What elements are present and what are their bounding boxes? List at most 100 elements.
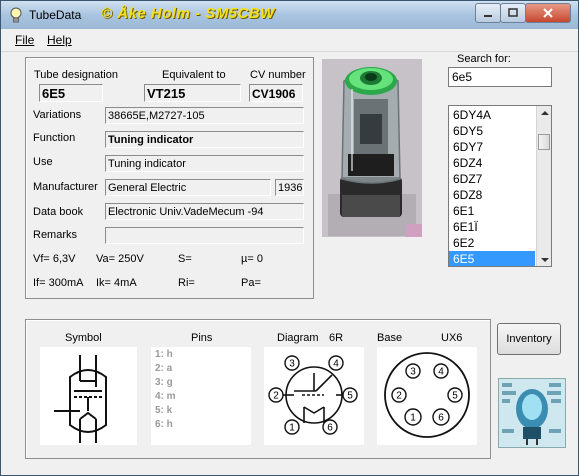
- mu-value: µ= 0: [241, 253, 263, 265]
- remarks-field[interactable]: [105, 227, 304, 244]
- tube-list-item[interactable]: 6E5: [449, 251, 535, 266]
- pin-circle: 4: [328, 355, 344, 371]
- search-input[interactable]: 6e5: [448, 67, 552, 87]
- pin-circle: 1: [284, 419, 300, 435]
- pin-circle: 2: [391, 387, 407, 403]
- pin-circle: 5: [447, 387, 463, 403]
- base-diagram-icon: 12 3 45 6: [384, 352, 470, 438]
- tube-list-item[interactable]: 6DZ8: [449, 187, 535, 203]
- tube-list-item[interactable]: 6DY5: [449, 123, 535, 139]
- pin-entry: 4: m: [155, 391, 176, 402]
- minimize-icon: [484, 15, 492, 17]
- window-title: TubeData: [29, 8, 82, 22]
- function-label: Function: [33, 132, 76, 144]
- pins-box: 1: h 2: a 3: g 4: m 5: k 6: h: [151, 347, 251, 445]
- pin-circle: 2: [268, 387, 284, 403]
- pin-number: 3: [410, 367, 416, 378]
- ik-value: Ik= 4mA: [96, 277, 137, 289]
- title-bar[interactable]: TubeData © Åke Holm - SM5CBW: [1, 1, 578, 29]
- pin-circle: 6: [432, 408, 450, 426]
- use-label: Use: [33, 156, 53, 168]
- pin-circle: 6: [322, 419, 338, 435]
- use-field[interactable]: Tuning indicator: [105, 155, 304, 172]
- diagram-code: 6R: [329, 332, 344, 344]
- light-bulb-icon: [10, 7, 22, 23]
- tube-list-item[interactable]: 6DZ4: [449, 155, 535, 171]
- scroll-thumb[interactable]: [538, 134, 550, 150]
- tube-photo: [322, 59, 422, 237]
- menu-bar: File Help: [1, 29, 578, 52]
- designation-field[interactable]: 6E5: [39, 84, 103, 102]
- minimize-button[interactable]: [475, 3, 501, 23]
- tube-list-item[interactable]: 6E2: [449, 235, 535, 251]
- tube-photo-image: [322, 59, 422, 237]
- pin-number: 5: [347, 391, 353, 402]
- inventory-button[interactable]: Inventory: [497, 323, 561, 355]
- list-scrollbar[interactable]: [536, 106, 551, 266]
- scroll-up-icon[interactable]: [541, 111, 549, 115]
- base-diagram: 12 3 45 6: [377, 347, 477, 445]
- function-field[interactable]: Tuning indicator: [105, 131, 304, 148]
- pin-circle: 4: [433, 363, 449, 379]
- pins-list: 1: h 2: a 3: g 4: m 5: k 6: h: [155, 348, 176, 432]
- equivalent-field[interactable]: VT215: [144, 84, 241, 102]
- menu-help[interactable]: Help: [47, 33, 72, 47]
- pin-entry: 1: h: [155, 349, 173, 360]
- remarks-label: Remarks: [33, 229, 78, 241]
- pins-label: Pins: [191, 332, 213, 344]
- base-code: UX6: [441, 332, 463, 344]
- pin-circle: 1: [404, 408, 422, 426]
- databook-label: Data book: [33, 206, 84, 218]
- window-author: © Åke Holm - SM5CBW: [101, 5, 275, 22]
- app-logo: [498, 378, 566, 448]
- close-icon: [543, 8, 553, 18]
- tube-listbox[interactable]: 6DY4A 6DY5 6DY7 6DZ4 6DZ7 6DZ8 6E1 6E1Ï 6E2 6E5: [448, 105, 552, 267]
- tube-list-item[interactable]: 6DY7: [449, 139, 535, 155]
- databook-field[interactable]: Electronic Univ.VadeMecum -94: [105, 203, 304, 220]
- pin-number: 1: [410, 413, 416, 424]
- designation-label: Tube designation: [34, 69, 118, 81]
- pin-number: 2: [396, 391, 402, 402]
- cv-field[interactable]: CV1906: [249, 84, 303, 102]
- close-button[interactable]: [525, 3, 571, 23]
- pin-number: 1: [289, 423, 295, 434]
- menu-file[interactable]: File: [15, 33, 34, 47]
- pin-number: 4: [438, 367, 444, 378]
- if-value: If= 300mA: [33, 277, 84, 289]
- ri-value: Ri=: [178, 277, 195, 289]
- s-value: S=: [178, 253, 192, 265]
- pin-entry: 5: k: [155, 405, 173, 416]
- diagram-label: Diagram: [277, 332, 319, 344]
- tube-symbol: [40, 347, 137, 445]
- pa-value: Pa=: [241, 277, 261, 289]
- connection-diagram: 1 2 3 4 5 6: [264, 347, 364, 445]
- symbol-label: Symbol: [65, 332, 102, 344]
- tube-list-item[interactable]: 6E1: [449, 203, 535, 219]
- tube-list-item[interactable]: 6DZ7: [449, 171, 535, 187]
- tube-symbol-icon: [54, 355, 107, 443]
- variations-label: Variations: [33, 109, 82, 121]
- pin-circle: 5: [342, 387, 358, 403]
- app-window: TubeData © Åke Holm - SM5CBW File Help T…: [0, 0, 579, 476]
- scroll-down-icon[interactable]: [541, 258, 549, 262]
- manufacturer-field[interactable]: General Electric: [105, 179, 271, 196]
- maximize-icon: [508, 8, 518, 17]
- tube-list-item[interactable]: 6DY4A: [449, 107, 535, 123]
- search-label: Search for:: [457, 53, 511, 65]
- year-field[interactable]: 1936: [275, 179, 304, 196]
- cv-label: CV number: [250, 69, 306, 81]
- vf-value: Vf= 6,3V: [33, 253, 76, 265]
- variations-field[interactable]: 38665E,M2727-105: [105, 107, 304, 124]
- equivalent-label: Equivalent to: [162, 69, 226, 81]
- pin-entry: 3: g: [155, 377, 173, 388]
- pin-number: 6: [327, 423, 333, 434]
- tube-list-item[interactable]: 6E1Ï: [449, 219, 535, 235]
- pin-circle: 3: [284, 355, 300, 371]
- pin-circle: 3: [405, 363, 421, 379]
- pin-entry: 2: a: [155, 363, 173, 374]
- pin-number: 2: [273, 391, 279, 402]
- pin-number: 3: [289, 359, 295, 370]
- maximize-button[interactable]: [500, 3, 526, 23]
- pin-entry: 6: h: [155, 419, 173, 430]
- pin-number: 4: [333, 359, 339, 370]
